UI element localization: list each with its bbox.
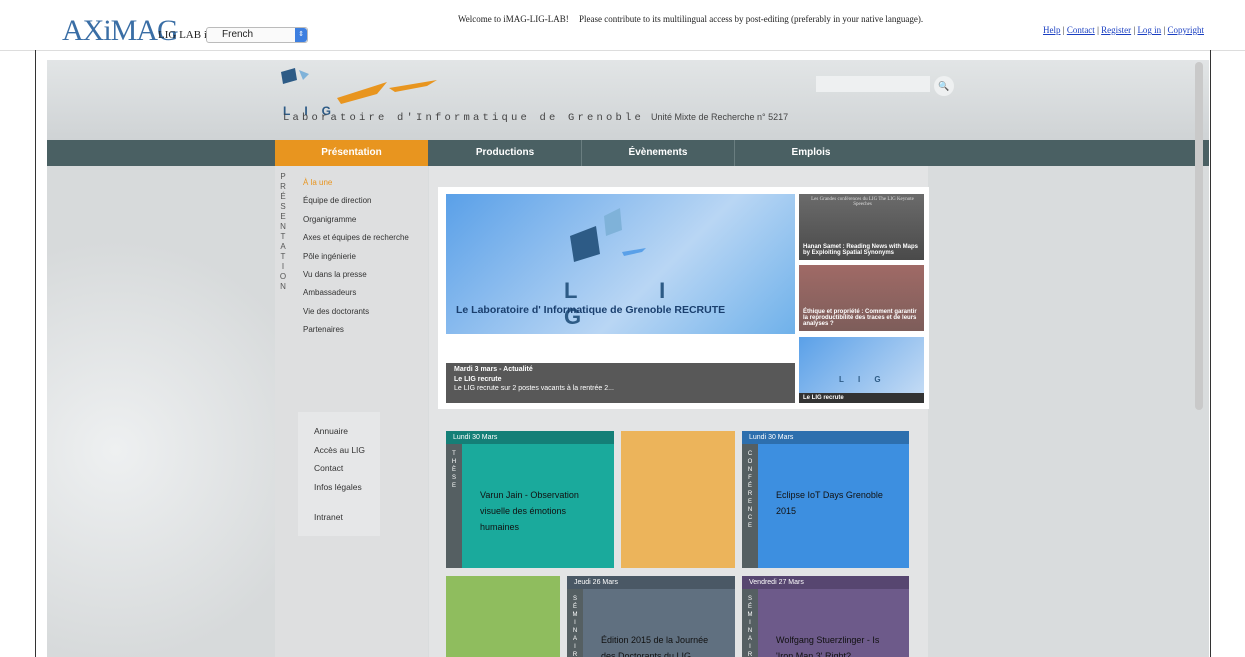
tile-conference-title: Eclipse IoT Days Grenoble 2015 (776, 490, 883, 516)
tile-these-date: Lundi 30 Mars (446, 431, 614, 444)
caption-title: Le LIG recrute (454, 376, 502, 383)
lig-site: LIG Laboratoire d'Informatique de Grenob… (47, 60, 1209, 657)
top-links: Help | Contact | Register | Log in | Cop… (1043, 25, 1205, 35)
sidebar-item-ambassadeurs[interactable]: Ambassadeurs (303, 288, 409, 306)
main-nav: Présentation Productions Évènements Empl… (47, 140, 1209, 166)
tile-wolfgang-type: SÉMINAIRE (742, 589, 758, 657)
tile-wolfgang-title: Wolfgang Stuerzlinger - Is 'Iron Man 3' … (776, 635, 880, 657)
nav-evenements[interactable]: Évènements (582, 140, 735, 166)
tile-journee-type: SÉMINAIRE (567, 589, 583, 657)
help-link[interactable]: Help (1043, 25, 1061, 35)
language-value: French (222, 29, 254, 40)
site-header (47, 60, 1209, 140)
link-intranet[interactable]: Intranet (314, 512, 343, 522)
sidebar-item-axes[interactable]: Axes et équipes de recherche (303, 233, 409, 251)
caption-date: Mardi 3 mars - Actualité (454, 366, 533, 373)
sidebar-item-pole[interactable]: Pôle ingénierie (303, 252, 409, 270)
nav-presentation[interactable]: Présentation (275, 140, 428, 166)
vertical-scrollbar[interactable] (1195, 62, 1203, 410)
slide-thumb-keynote[interactable]: Les Grandes conférences du LIG The LIG K… (799, 194, 924, 260)
search-icon[interactable]: 🔍 (934, 76, 954, 96)
thumb-keynote-title: Hanan Samet : Reading News with Maps by … (803, 244, 919, 256)
link-contact[interactable]: Contact (314, 463, 343, 473)
tile-conference[interactable]: Lundi 30 Mars CONFÉRENCE Eclipse IoT Day… (742, 431, 909, 568)
register-link[interactable]: Register (1101, 25, 1131, 35)
search-input[interactable] (816, 76, 930, 92)
link-acces[interactable]: Accès au LIG (314, 445, 365, 455)
thumb-recrute-logo: L I G (839, 375, 887, 384)
tile-wolfgang-date: Vendredi 27 Mars (742, 576, 909, 589)
sidebar-item-equipe[interactable]: Équipe de direction (303, 196, 409, 214)
select-arrows-icon: ⇕ (295, 28, 307, 42)
recruit-banner[interactable]: L I G Le Laboratoire d' Informatique de … (446, 194, 795, 334)
login-link[interactable]: Log in (1137, 25, 1161, 35)
contact-link[interactable]: Contact (1067, 25, 1095, 35)
sidebar-links: Annuaire Accès au LIG Contact Infos léga… (298, 412, 380, 536)
nav-productions[interactable]: Productions (429, 140, 582, 166)
slide-thumb-recrute[interactable]: L I G Le LIG recrute (799, 337, 924, 403)
tile-journee-title: Édition 2015 de la Journée des Doctorant… (601, 635, 709, 657)
contribute-text: Please contribute to its multilingual ac… (579, 14, 924, 24)
sidebar-item-organigramme[interactable]: Organigramme (303, 215, 409, 233)
sidebar-item-partenaires[interactable]: Partenaires (303, 325, 409, 343)
link-infos-legales[interactable]: Infos légales (314, 482, 362, 492)
sidebar-menu: À la une Équipe de direction Organigramm… (303, 178, 409, 344)
background-decoration (47, 140, 275, 657)
sidebar-item-a-la-une[interactable]: À la une (303, 178, 409, 196)
welcome-text: Welcome to iMAG-LIG-LAB! (458, 14, 569, 24)
thumb-ethique-title: Éthique et propriété : Comment garantir … (803, 309, 917, 327)
caption-text: Le LIG recrute sur 2 postes vacants à la… (454, 385, 614, 392)
sidebar-item-doctorants[interactable]: Vie des doctorants (303, 307, 409, 325)
link-annuaire[interactable]: Annuaire (314, 426, 348, 436)
aximag-topbar: AXiMAG LIG LAB in : French ⇕ Welcome to … (0, 0, 1245, 51)
tile-wolfgang[interactable]: Vendredi 27 Mars SÉMINAIRE Wolfgang Stue… (742, 576, 909, 657)
tile-journee[interactable]: Jeudi 26 Mars SÉMINAIRE Édition 2015 de … (567, 576, 735, 657)
tile-conference-type: CONFÉRENCE (742, 444, 758, 568)
tile-green (446, 576, 560, 657)
slide-thumb-ethique[interactable]: Éthique et propriété : Comment garantir … (799, 265, 924, 331)
lab-name: Laboratoire d'Informatique de Grenoble (283, 112, 645, 124)
banner-logo-shapes (570, 208, 646, 262)
section-vertical-label: PRÉSENTATION (279, 172, 287, 291)
tile-journee-date: Jeudi 26 Mars (567, 576, 735, 589)
tile-these-type: THÈSE (446, 444, 462, 568)
tile-conference-date: Lundi 30 Mars (742, 431, 909, 444)
embedded-site-frame: LIG Laboratoire d'Informatique de Grenob… (35, 50, 1211, 657)
sidebar-item-presse[interactable]: Vu dans la presse (303, 270, 409, 288)
nav-emplois[interactable]: Emplois (735, 140, 887, 166)
thumb-recrute-title: Le LIG recrute (799, 393, 924, 403)
slide-caption[interactable]: Mardi 3 mars - Actualité Le LIG recrute … (446, 363, 795, 403)
tile-these-title: Varun Jain - Observation visuelle des ém… (480, 490, 579, 532)
tile-orange (621, 431, 735, 568)
thumb-keynote-head: Les Grandes conférences du LIG The LIG K… (811, 197, 914, 207)
umr-label: Unité Mixte de Recherche n° 5217 (651, 112, 789, 122)
language-select[interactable]: French ⇕ (206, 27, 308, 43)
banner-text: Le Laboratoire d' Informatique de Grenob… (456, 304, 726, 316)
copyright-link[interactable]: Copyright (1168, 25, 1205, 35)
tile-these[interactable]: Lundi 30 Mars THÈSE Varun Jain - Observa… (446, 431, 614, 568)
